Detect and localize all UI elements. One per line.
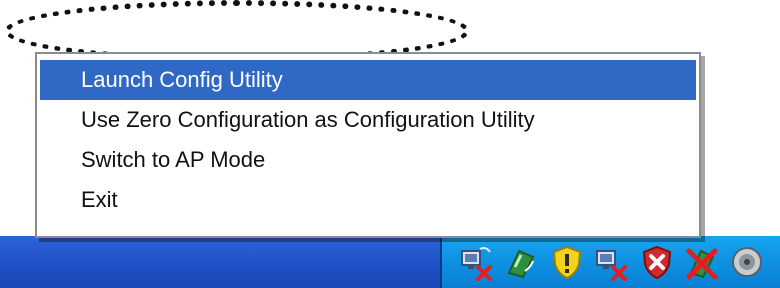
network-disconnected-icon[interactable] <box>593 243 631 281</box>
wireless-disabled-icon[interactable] <box>683 243 721 281</box>
speaker-volume-icon[interactable] <box>728 243 766 281</box>
menu-item-use-zero-configuration[interactable]: Use Zero Configuration as Configuration … <box>37 100 699 140</box>
menu-item-launch-config-utility[interactable]: Launch Config Utility <box>40 60 696 100</box>
menu-item-switch-to-ap-mode[interactable]: Switch to AP Mode <box>37 140 699 180</box>
wireless-utility-icon[interactable] <box>503 243 541 281</box>
security-shield-icon[interactable] <box>548 243 586 281</box>
context-menu: Launch Config Utility Use Zero Configura… <box>35 52 701 238</box>
network-disconnected-icon[interactable] <box>458 243 496 281</box>
security-alert-icon[interactable] <box>638 243 676 281</box>
system-tray <box>440 236 780 288</box>
menu-item-exit[interactable]: Exit <box>37 180 699 220</box>
tray-icons <box>458 242 766 282</box>
